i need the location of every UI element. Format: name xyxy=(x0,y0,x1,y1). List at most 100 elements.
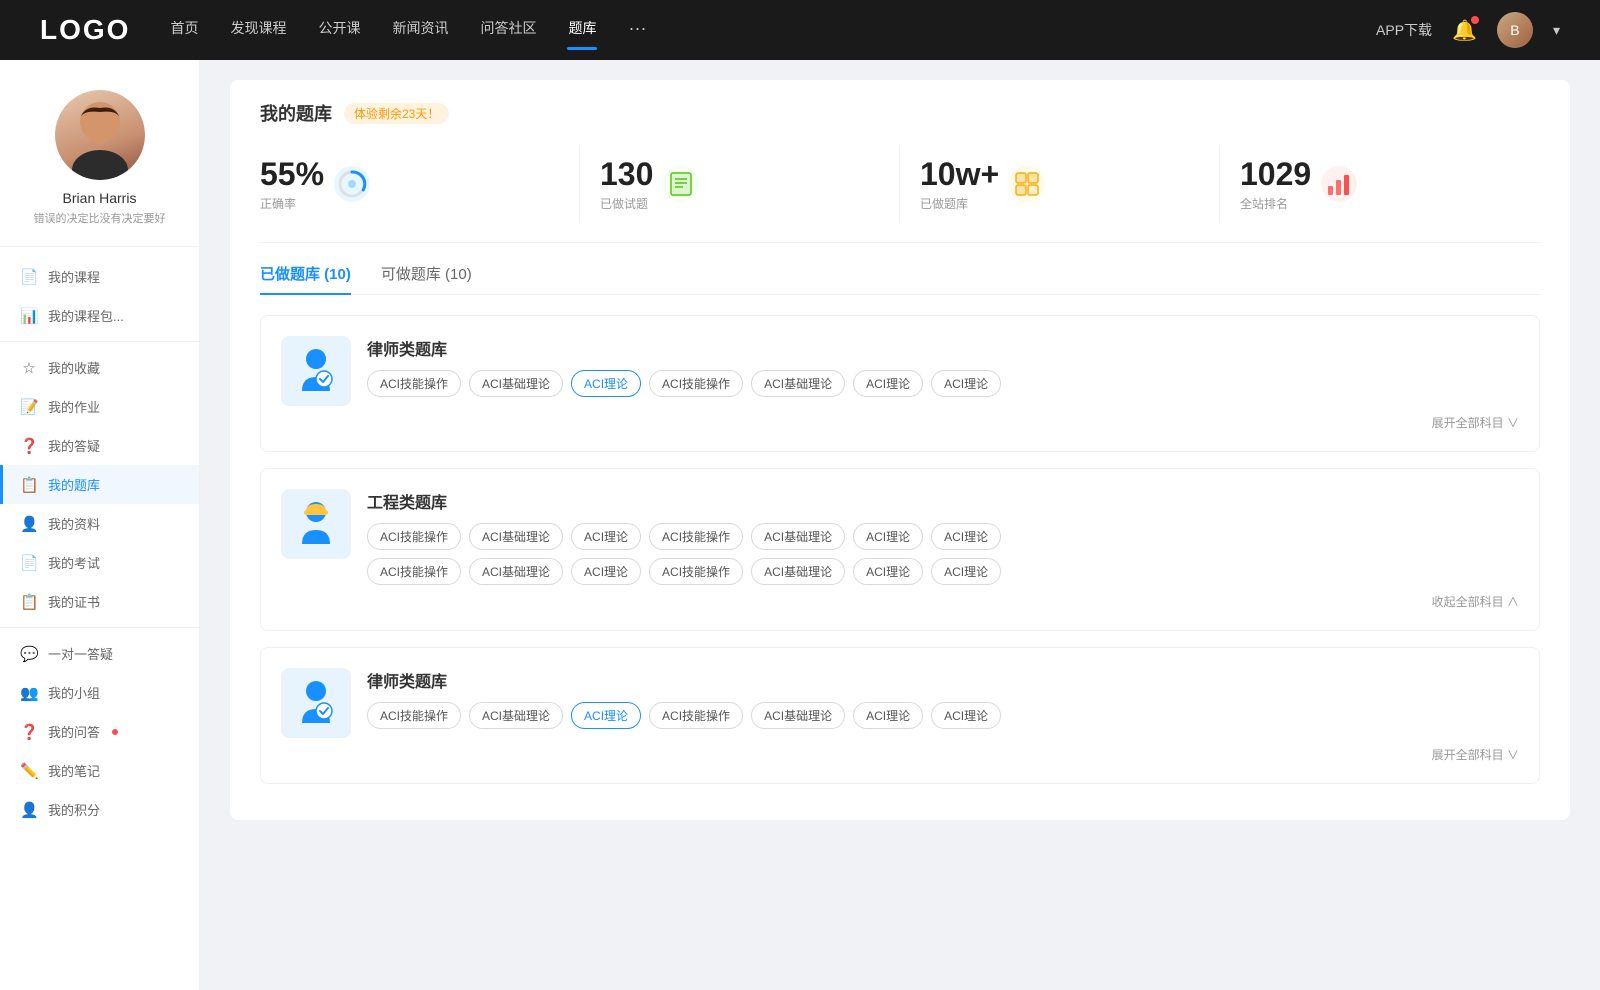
sidebar-item-my-qa[interactable]: ❓ 我的答疑 xyxy=(0,426,199,465)
tab-available-banks[interactable]: 可做题库 (10) xyxy=(381,263,472,294)
user-avatar[interactable]: B xyxy=(1497,12,1533,48)
nav-more[interactable]: ··· xyxy=(628,18,646,42)
qbank-card-tags-row1: ACI技能操作 ACI基础理论 ACI理论 ACI技能操作 ACI基础理论 AC… xyxy=(367,523,1519,550)
divider xyxy=(0,341,199,342)
sidebar-item-my-package[interactable]: 📊 我的课程包... xyxy=(0,296,199,335)
qbank-tag[interactable]: ACI理论 xyxy=(853,370,923,397)
sidebar-item-my-data[interactable]: 👤 我的资料 xyxy=(0,504,199,543)
sidebar-item-my-course[interactable]: 📄 我的课程 xyxy=(0,257,199,296)
my-exam-icon: 📄 xyxy=(20,554,38,572)
sidebar-item-my-notes[interactable]: ✏️ 我的笔记 xyxy=(0,751,199,790)
page-title-row: 我的题库 体验剩余23天！ xyxy=(260,100,1540,126)
qbank-card-header: 律师类题库 ACI技能操作 ACI基础理论 ACI理论 ACI技能操作 ACI基… xyxy=(281,336,1519,406)
trial-badge: 体验剩余23天！ xyxy=(344,103,449,124)
my-notes-icon: ✏️ xyxy=(20,762,38,780)
tab-done-banks[interactable]: 已做题库 (10) xyxy=(260,263,351,294)
qbank-tag[interactable]: ACI技能操作 xyxy=(649,558,743,585)
qbank-tag[interactable]: ACI基础理论 xyxy=(751,370,845,397)
nav-news[interactable]: 新闻资讯 xyxy=(392,18,448,42)
qbank-card-lawyer-2: 律师类题库 ACI技能操作 ACI基础理论 ACI理论 ACI技能操作 ACI基… xyxy=(260,647,1540,784)
my-points-icon: 👤 xyxy=(20,801,38,819)
one-on-one-icon: 💬 xyxy=(20,645,38,663)
qbank-tag-active[interactable]: ACI理论 xyxy=(571,370,641,397)
sidebar-item-my-collection[interactable]: ☆ 我的收藏 xyxy=(0,348,199,387)
stat-done-questions-label: 已做试题 xyxy=(600,195,653,212)
app-download[interactable]: APP下载 xyxy=(1376,20,1432,40)
qbank-tag[interactable]: ACI技能操作 xyxy=(367,523,461,550)
avatar-illustration xyxy=(55,90,145,180)
qbank-tag[interactable]: ACI理论 xyxy=(571,523,641,550)
qbank-tag[interactable]: ACI技能操作 xyxy=(649,370,743,397)
notification-bell[interactable]: 🔔 xyxy=(1452,18,1477,43)
navbar-right: APP下载 🔔 B ▾ xyxy=(1376,12,1560,48)
my-course-icon: 📄 xyxy=(20,268,38,286)
qbank-tag[interactable]: ACI技能操作 xyxy=(367,370,461,397)
nav-home[interactable]: 首页 xyxy=(170,18,198,42)
qbank-tag[interactable]: ACI理论 xyxy=(931,523,1001,550)
sidebar-item-label: 一对一答疑 xyxy=(48,644,113,663)
sidebar-item-my-group[interactable]: 👥 我的小组 xyxy=(0,673,199,712)
my-data-icon: 👤 xyxy=(20,515,38,533)
nav-discover[interactable]: 发现课程 xyxy=(230,18,286,42)
nav-open-course[interactable]: 公开课 xyxy=(318,18,360,42)
lawyer-icon xyxy=(286,341,346,401)
stat-accuracy-label: 正确率 xyxy=(260,195,324,212)
qbank-collapse-btn[interactable]: 收起全部科目 ∧ xyxy=(281,593,1519,610)
qbank-tag-active[interactable]: ACI理论 xyxy=(571,702,641,729)
sidebar-item-label: 我的证书 xyxy=(48,592,100,611)
sidebar-item-one-on-one[interactable]: 💬 一对一答疑 xyxy=(0,634,199,673)
nav-qbank[interactable]: 题库 xyxy=(568,18,596,42)
tabs-row: 已做题库 (10) 可做题库 (10) xyxy=(260,263,1540,295)
qbank-tag[interactable]: ACI基础理论 xyxy=(469,558,563,585)
qbank-expand-btn-2[interactable]: 展开全部科目 ∨ xyxy=(281,746,1519,763)
qbank-expand-btn[interactable]: 展开全部科目 ∨ xyxy=(281,414,1519,431)
sidebar-item-my-points[interactable]: 👤 我的积分 xyxy=(0,790,199,829)
qbank-tag[interactable]: ACI基础理论 xyxy=(469,702,563,729)
sidebar-item-label: 我的资料 xyxy=(48,514,100,533)
qbank-tag[interactable]: ACI理论 xyxy=(571,558,641,585)
sidebar-item-my-exam[interactable]: 📄 我的考试 xyxy=(0,543,199,582)
sidebar-avatar xyxy=(55,90,145,180)
sidebar-item-my-cert[interactable]: 📋 我的证书 xyxy=(0,582,199,621)
stat-done-questions: 130 已做试题 xyxy=(580,146,900,222)
logo: LOGO xyxy=(40,14,130,46)
qbank-tag[interactable]: ACI理论 xyxy=(853,523,923,550)
qbank-card-body: 律师类题库 ACI技能操作 ACI基础理论 ACI理论 ACI技能操作 ACI基… xyxy=(367,336,1519,397)
qbank-tag[interactable]: ACI理论 xyxy=(853,558,923,585)
qbank-card-tags: ACI技能操作 ACI基础理论 ACI理论 ACI技能操作 ACI基础理论 AC… xyxy=(367,370,1519,397)
sidebar-item-label: 我的答疑 xyxy=(48,436,100,455)
nav-qa[interactable]: 问答社区 xyxy=(480,18,536,42)
qbank-tag[interactable]: ACI理论 xyxy=(931,558,1001,585)
qbank-tag[interactable]: ACI理论 xyxy=(853,702,923,729)
qbank-tag[interactable]: ACI技能操作 xyxy=(649,702,743,729)
qbank-tag[interactable]: ACI基础理论 xyxy=(751,558,845,585)
stat-done-banks-value: 10w+ xyxy=(920,156,999,193)
my-package-icon: 📊 xyxy=(20,307,38,325)
qbank-card-engineer: 工程类题库 ACI技能操作 ACI基础理论 ACI理论 ACI技能操作 ACI基… xyxy=(260,468,1540,631)
qbank-card-icon xyxy=(281,668,351,738)
main-content: 我的题库 体验剩余23天！ 55% 正确率 xyxy=(200,60,1600,990)
sidebar-item-my-qbank[interactable]: 📋 我的题库 xyxy=(0,465,199,504)
qbank-tag[interactable]: ACI技能操作 xyxy=(367,702,461,729)
stat-done-banks-icon xyxy=(1009,166,1045,202)
qbank-tag[interactable]: ACI理论 xyxy=(931,370,1001,397)
sidebar-item-my-questions[interactable]: ❓ 我的问答 xyxy=(0,712,199,751)
my-qbank-icon: 📋 xyxy=(20,476,38,494)
sidebar-item-label: 我的课程包... xyxy=(48,306,124,325)
user-dropdown-arrow[interactable]: ▾ xyxy=(1553,22,1560,39)
qbank-tag[interactable]: ACI技能操作 xyxy=(649,523,743,550)
sidebar-item-my-homework[interactable]: 📝 我的作业 xyxy=(0,387,199,426)
sidebar-menu: 📄 我的课程 📊 我的课程包... ☆ 我的收藏 📝 我的作业 ❓ 我的答疑 � xyxy=(0,247,199,839)
qbank-tag[interactable]: ACI基础理论 xyxy=(469,370,563,397)
stat-accuracy-content: 55% 正确率 xyxy=(260,156,324,212)
my-qa-icon: ❓ xyxy=(20,437,38,455)
qbank-tag[interactable]: ACI基础理论 xyxy=(469,523,563,550)
qbank-card-title: 工程类题库 xyxy=(367,489,1519,513)
stat-done-questions-icon xyxy=(663,166,699,202)
qbank-tag[interactable]: ACI基础理论 xyxy=(751,523,845,550)
qbank-tag[interactable]: ACI理论 xyxy=(931,702,1001,729)
qbank-tag[interactable]: ACI技能操作 xyxy=(367,558,461,585)
qbank-tag[interactable]: ACI基础理论 xyxy=(751,702,845,729)
stat-done-questions-content: 130 已做试题 xyxy=(600,156,653,212)
pie-chart-icon xyxy=(337,169,367,199)
